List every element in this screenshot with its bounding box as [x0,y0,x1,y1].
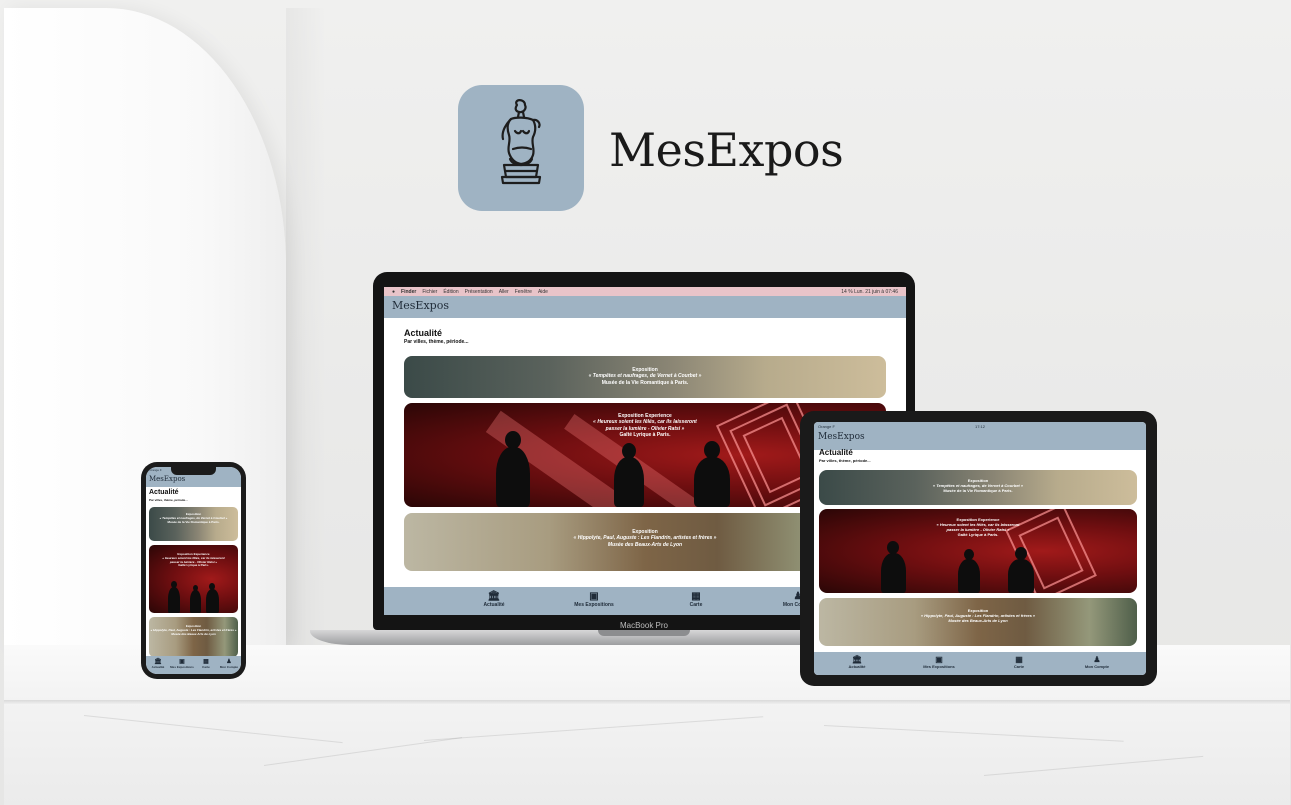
product-mockup-scene: MesExpos MacBook Pro ● Finder Fichier Éd… [0,0,1291,805]
tab-actualite[interactable]: 🏛 Actualité [832,655,882,669]
app-title: MesExpos [392,299,449,312]
expo-card[interactable]: Exposition « Hippolyte, Paul, Auguste : … [819,598,1137,646]
tab-carte[interactable]: ▦ Carte [194,658,218,669]
laptop-model-label: MacBook Pro [619,621,669,630]
tab-mon-compte[interactable]: ♟ Mon Compte [1072,655,1122,669]
menubar-status: 14 % Lun. 21 juin à 07:46 [841,288,898,295]
menu-fichier[interactable]: Fichier [422,289,437,295]
tab-carte[interactable]: ▦ Carte [994,655,1044,669]
app-title: MesExpos [149,475,186,483]
status-time: 17:12 [974,424,985,429]
tab-actualite[interactable]: 🏛 Actualité [146,658,170,669]
tab-carte[interactable]: ▦ Carte [666,591,726,608]
expo-venue: Gaîté Lyrique à Paris. [957,532,999,537]
tab-mes-expositions[interactable]: ▣ Mes Expositions [914,655,964,669]
map-icon: ▦ [691,591,701,602]
menu-presentation[interactable]: Présentation [465,289,493,295]
menu-aide[interactable]: Aide [538,289,548,295]
phone-notch [171,467,216,475]
museum-icon: 🏛 [487,591,501,602]
account-statue-icon: ♟ [226,659,232,665]
menu-finder[interactable]: Finder [401,289,416,295]
account-statue-icon: ♟ [1093,655,1101,664]
expo-card[interactable]: Exposition « Hippolyte, Paul, Auguste : … [149,617,238,657]
phone-screen: Orange F MesExpos Actualité Par villes, … [146,467,241,674]
museum-icon: 🏛 [851,655,863,664]
expo-card[interactable]: Exposition Experience « Heureux soient l… [819,509,1137,593]
tablet-screen: Orange F 17:12 MesExpos Actualité Par vi… [814,422,1146,675]
app-header: MesExpos [384,296,906,318]
section-title: Actualité [149,489,179,496]
map-icon: ▦ [203,659,209,665]
section-title: Actualité [819,448,853,457]
bottom-tab-bar: 🏛 Actualité ▣ Mes Expositions ▦ Carte ♟ … [814,652,1146,675]
gallery-icon: ▣ [935,655,943,664]
menu-aller[interactable]: Aller [499,289,509,295]
expo-venue: Gaîté Lyrique à Paris. [178,563,209,568]
apple-icon[interactable]: ● [392,289,395,295]
section-subtitle: Par villes, thème, période... [404,339,469,345]
tab-mes-expositions[interactable]: ▣ Mes Expositions [564,591,624,608]
section-title: Actualité [404,328,443,338]
museum-icon: 🏛 [154,659,162,665]
app-title: MesExpos [818,432,865,442]
venus-statue-icon [500,99,542,185]
mac-menubar: ● Finder Fichier Édition Présentation Al… [384,287,906,296]
expo-venue: Musée des Beaux-Arts de Lyon [171,631,216,636]
tab-actualite[interactable]: 🏛 Actualité [464,591,524,608]
map-icon: ▦ [1015,655,1023,664]
tab-mon-compte[interactable]: ♟ Mon Compte [217,658,241,669]
app-header: Orange F 17:12 MesExpos [814,422,1146,450]
expo-card[interactable]: Exposition « Tempêtes et naufrages, de V… [149,507,238,541]
expo-venue: Musée de la Vie Romantique à Paris. [167,519,220,524]
expo-venue: Musée de la Vie Romantique à Paris. [601,379,689,386]
counter-edge [4,700,1290,704]
gallery-icon: ▣ [589,591,599,602]
bottom-tab-bar: 🏛 Actualité ▣ Mes Expositions ▦ Carte ♟ … [146,656,241,674]
gallery-icon: ▣ [179,659,185,665]
status-carrier: Orange F [149,468,162,472]
tab-mes-expositions[interactable]: ▣ Mes Expositions [170,658,194,669]
section-subtitle: Par villes, thème, période... [819,458,871,463]
brand-name: MesExpos [609,123,844,177]
expo-card[interactable]: Exposition « Tempêtes et naufrages, de V… [404,356,886,398]
menu-edition[interactable]: Édition [443,289,458,295]
app-logo-icon [458,85,584,211]
expo-venue: Musée de la Vie Romantique à Paris. [943,488,1013,493]
menu-fenetre[interactable]: Fenêtre [515,289,532,295]
expo-card[interactable]: Exposition « Tempêtes et naufrages, de V… [819,470,1137,505]
laptop-notch [598,630,690,636]
section-subtitle: Par villes, thème, période... [149,498,188,502]
expo-card[interactable]: Exposition Experience « Heureux soient l… [149,545,238,613]
arch-shadow [286,8,326,648]
expo-venue: Musée des Beaux-Arts de Lyon [948,618,1008,623]
